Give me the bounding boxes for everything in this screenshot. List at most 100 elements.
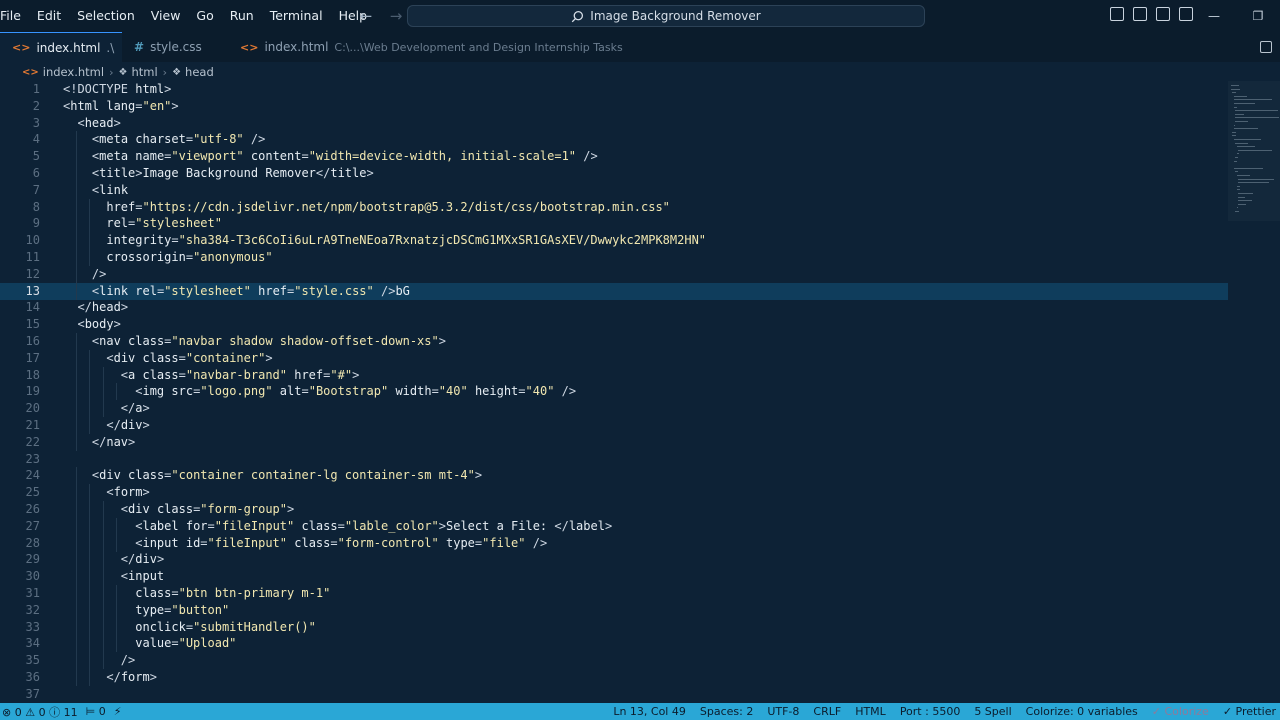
html-file-icon: <> bbox=[12, 41, 31, 54]
code-line[interactable]: 3 <head> bbox=[0, 115, 1228, 132]
code-line[interactable]: 34 value="Upload" bbox=[0, 635, 1228, 653]
encoding[interactable]: UTF-8 bbox=[767, 705, 799, 718]
cursor-position[interactable]: Ln 13, Col 49 bbox=[613, 705, 686, 718]
customize-layout-icon[interactable] bbox=[1179, 7, 1193, 21]
minimap-line bbox=[1236, 207, 1238, 209]
prettier-status[interactable]: ✓ Prettier bbox=[1223, 705, 1276, 718]
menu-run[interactable]: Run bbox=[222, 0, 262, 32]
minimap[interactable] bbox=[1228, 81, 1280, 703]
code-line[interactable]: 30 <input bbox=[0, 568, 1228, 586]
minimap-line bbox=[1235, 171, 1239, 173]
line-text: <a class="navbar-brand" href="#"> bbox=[120, 367, 360, 382]
code-line[interactable]: 2 <html lang="en"> bbox=[0, 98, 1228, 115]
code-line[interactable]: 10 integrity="sha384-T3c6CoIi6uLrA9TneNE… bbox=[0, 232, 1228, 250]
minimap-line bbox=[1233, 139, 1261, 140]
code-line[interactable]: 12 /> bbox=[0, 265, 1228, 283]
toggle-secondary-sidebar-icon[interactable] bbox=[1156, 7, 1170, 21]
code-line[interactable]: 17 <div class="container"> bbox=[0, 349, 1228, 367]
minimap-line bbox=[1235, 142, 1248, 144]
breadcrumb-head[interactable]: head bbox=[185, 65, 214, 79]
code-line[interactable]: 5 <meta name="viewport" content="width=d… bbox=[0, 148, 1228, 166]
command-center-search[interactable]: Image Background Remover bbox=[407, 5, 925, 27]
tab-suffix: .\ bbox=[106, 40, 115, 55]
code-line[interactable]: 6 <title>Image Background Remover</title… bbox=[0, 165, 1228, 182]
code-line[interactable]: 11 crossorigin="anonymous" bbox=[0, 249, 1228, 266]
line-text: <title>Image Background Remover</title> bbox=[91, 166, 374, 180]
code-line[interactable]: 8 href="https://cdn.jsdelivr.net/npm/boo… bbox=[0, 198, 1228, 216]
menu-go[interactable]: Go bbox=[188, 0, 221, 32]
code-line[interactable]: 1 <!DOCTYPE html> bbox=[0, 81, 1228, 98]
menu-terminal[interactable]: Terminal bbox=[262, 0, 331, 32]
tab-style-css[interactable]: # style.css bbox=[122, 32, 228, 62]
language-mode[interactable]: HTML bbox=[855, 705, 886, 718]
broadcast-icon: ⊨ bbox=[85, 705, 96, 718]
minimize-icon[interactable]: — bbox=[1192, 0, 1236, 32]
remote-icon[interactable]: ⚡ bbox=[114, 705, 122, 718]
toggle-panel-icon[interactable] bbox=[1133, 7, 1147, 21]
code-line[interactable]: 24 <div class="container container-lg co… bbox=[0, 467, 1228, 485]
line-number: 24 bbox=[25, 468, 40, 483]
code-line[interactable]: 29 </div> bbox=[0, 551, 1228, 569]
split-editor-icon[interactable] bbox=[1260, 41, 1272, 53]
code-line[interactable]: 22 </nav> bbox=[0, 433, 1228, 451]
code-line[interactable]: 14 </head> bbox=[0, 299, 1228, 316]
restore-icon[interactable]: ❐ bbox=[1236, 0, 1280, 32]
breadcrumb-file[interactable]: index.html bbox=[43, 65, 104, 79]
line-number: 34 bbox=[25, 636, 40, 651]
code-line[interactable]: 9 rel="stylesheet" bbox=[0, 215, 1228, 233]
code-line[interactable]: 13 <link rel="stylesheet" href="style.cs… bbox=[0, 282, 1228, 300]
code-editor[interactable]: 1 <!DOCTYPE html> 2 <html lang="en"> 3 <head… bbox=[0, 81, 1228, 703]
code-line[interactable]: 27 <label for="fileInput" class="lable_c… bbox=[0, 517, 1228, 535]
warning-icon: ⚠ bbox=[25, 705, 36, 719]
code-line[interactable]: 21 </div> bbox=[0, 417, 1228, 434]
line-number: 31 bbox=[25, 586, 40, 600]
line-text: <html lang="en"> bbox=[63, 98, 179, 113]
code-line[interactable]: 7 <link bbox=[0, 181, 1228, 199]
spell-checker[interactable]: 5 Spell bbox=[974, 705, 1011, 718]
minimap-line bbox=[1235, 121, 1248, 122]
problems-indicator[interactable]: ⊗ 0 ⚠ 0 ⓘ 11 bbox=[2, 704, 78, 720]
menu-file[interactable]: File bbox=[0, 0, 29, 32]
status-bar: ⊗ 0 ⚠ 0 ⓘ 11 ⊨ 0 ⚡ Ln 13, Col 49 Spaces:… bbox=[0, 703, 1280, 720]
minimap-viewport[interactable] bbox=[1228, 81, 1280, 221]
tab-index-html-internship[interactable]: <> index.html C:\...\Web Development and… bbox=[228, 32, 635, 62]
line-text: <head> bbox=[77, 115, 121, 130]
code-line[interactable]: 28 <input id="fileInput" class="form-con… bbox=[0, 534, 1228, 552]
forward-arrow-icon[interactable]: → bbox=[386, 6, 406, 26]
breadcrumb-html[interactable]: html bbox=[131, 65, 157, 79]
menu-selection[interactable]: Selection bbox=[69, 0, 143, 32]
colorize-toggle[interactable]: ✓ Colorize bbox=[1152, 705, 1209, 718]
code-line[interactable]: 16 <nav class="navbar shadow shadow-offs… bbox=[0, 333, 1228, 350]
colorize-status[interactable]: Colorize: 0 variables bbox=[1026, 705, 1138, 718]
line-number: 33 bbox=[25, 619, 40, 634]
code-line[interactable]: 23 bbox=[0, 451, 1228, 468]
code-line[interactable]: 36 </form> bbox=[0, 669, 1228, 686]
tab-index-html[interactable]: <> index.html .\ bbox=[0, 32, 122, 62]
menu-edit[interactable]: Edit bbox=[29, 0, 69, 32]
code-line[interactable]: 4 <meta charset="utf-8" /> bbox=[0, 131, 1228, 149]
code-line[interactable]: 18 <a class="navbar-brand" href="#"> bbox=[0, 366, 1228, 384]
ports-indicator[interactable]: ⊨ 0 bbox=[86, 705, 106, 718]
code-line[interactable]: 31 class="btn btn-primary m-1" bbox=[0, 585, 1228, 602]
code-line[interactable]: 33 onclick="submitHandler()" bbox=[0, 618, 1228, 636]
back-arrow-icon[interactable]: ← bbox=[356, 6, 376, 26]
code-line[interactable]: 26 <div class="form-group"> bbox=[0, 501, 1228, 518]
code-line[interactable]: 35 /> bbox=[0, 652, 1228, 670]
code-line[interactable]: 20 </a> bbox=[0, 400, 1228, 418]
line-text: <input bbox=[120, 569, 165, 584]
menu-view[interactable]: View bbox=[143, 0, 189, 32]
line-text: href="https://cdn.jsdelivr.net/npm/boots… bbox=[106, 199, 670, 214]
line-number: 8 bbox=[32, 199, 40, 214]
code-line[interactable]: 15 <body> bbox=[0, 316, 1228, 333]
code-line[interactable]: 19 <img src="logo.png" alt="Bootstrap" w… bbox=[0, 383, 1228, 401]
code-line[interactable]: 32 type="button" bbox=[0, 601, 1228, 619]
code-line[interactable]: 25 <form> bbox=[0, 484, 1228, 502]
code-line[interactable]: 37 bbox=[0, 686, 1228, 703]
live-server-port[interactable]: Port : 5500 bbox=[900, 705, 961, 718]
line-number: 4 bbox=[32, 132, 40, 147]
line-number: 9 bbox=[32, 216, 40, 231]
toggle-primary-sidebar-icon[interactable] bbox=[1110, 7, 1124, 21]
line-ending[interactable]: CRLF bbox=[813, 705, 841, 718]
css-file-icon: # bbox=[134, 40, 145, 54]
indentation[interactable]: Spaces: 2 bbox=[700, 705, 753, 718]
